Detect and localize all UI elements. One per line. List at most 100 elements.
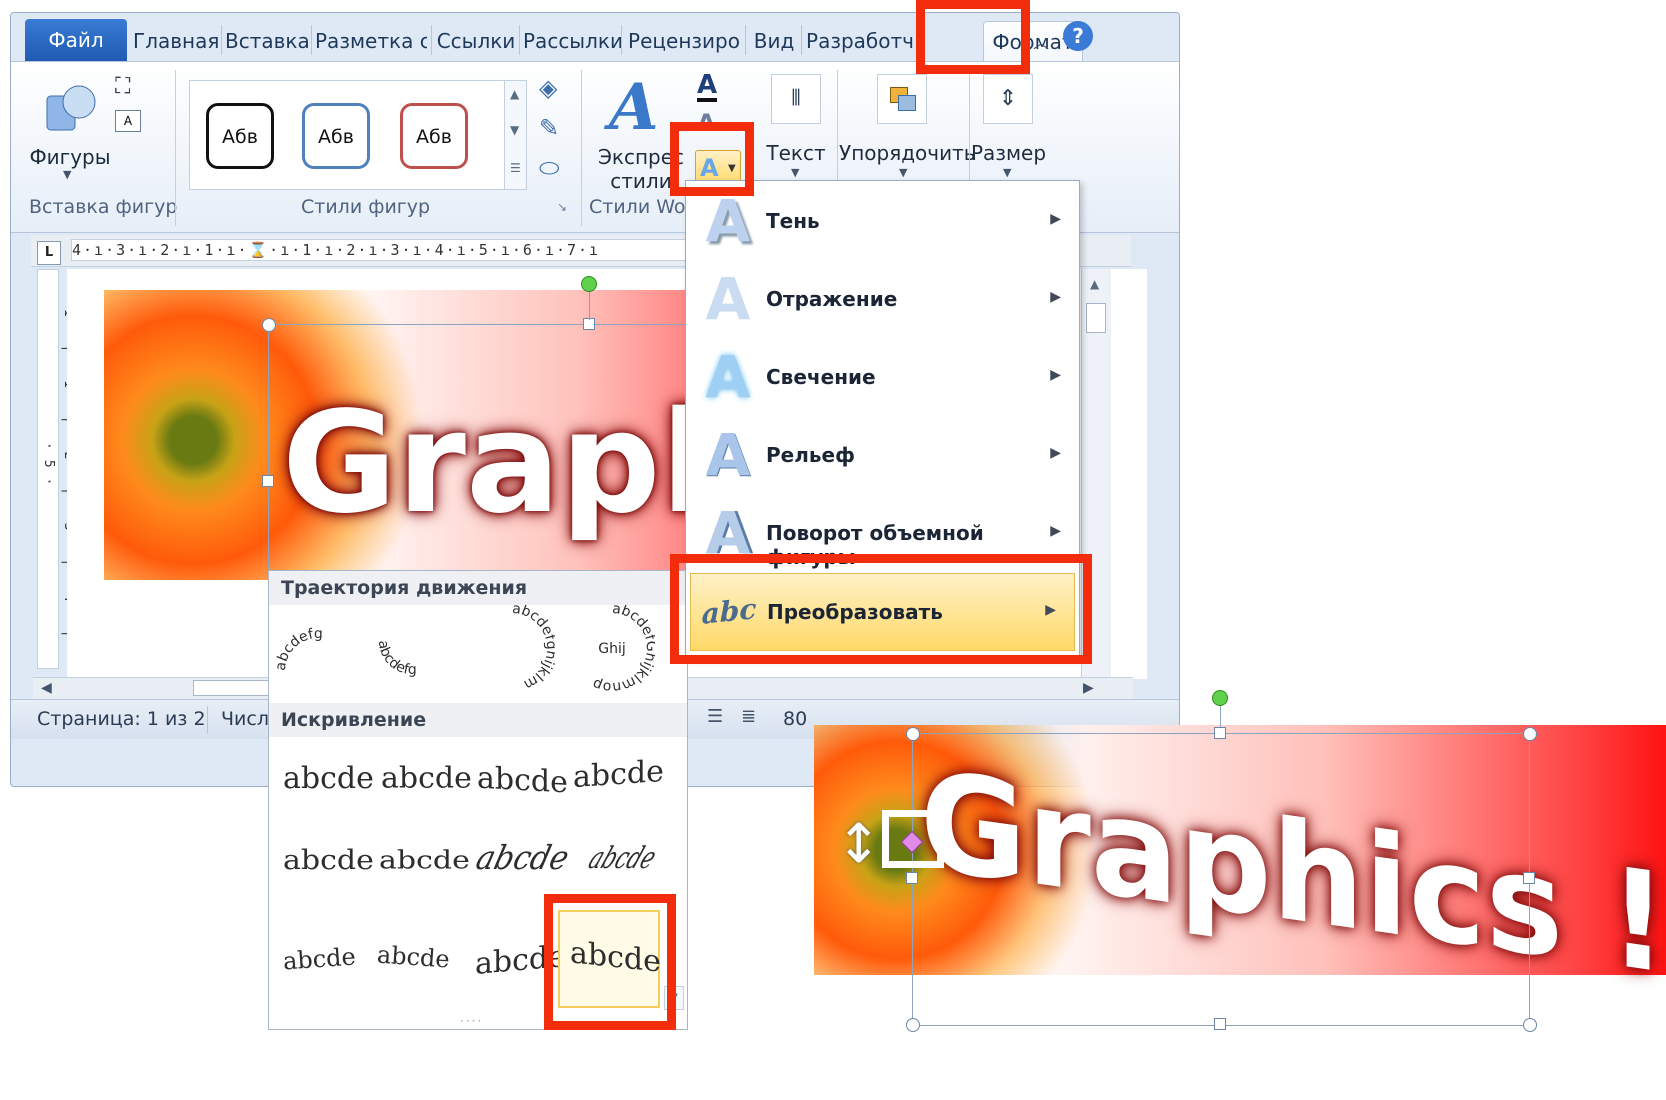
shape-effects-icon[interactable]: ⬭ bbox=[539, 154, 560, 182]
shape-styles-gallery[interactable]: Абв Абв Абв bbox=[189, 80, 505, 190]
path-arch-up[interactable]: abcdefg bbox=[275, 611, 361, 697]
warp-ring-outside[interactable]: abcde bbox=[584, 841, 662, 876]
outline-view-icon[interactable]: ☰ bbox=[707, 706, 723, 727]
zoom-level[interactable]: 80 bbox=[783, 708, 807, 730]
warp-stop[interactable]: abcde bbox=[381, 762, 472, 795]
menu-item-glow[interactable]: A Свечение ▶ bbox=[686, 339, 1079, 417]
tab-selector[interactable]: L bbox=[37, 241, 61, 265]
shape-style-black[interactable]: Абв bbox=[206, 103, 274, 169]
dialog-launcher-icon[interactable]: ↘ bbox=[557, 200, 567, 214]
warp-triangle-down[interactable]: abcde bbox=[573, 754, 664, 795]
warp-triangle-up[interactable]: abcde bbox=[477, 761, 568, 801]
path-button[interactable]: abcdefGhijklmnop Ghij bbox=[569, 605, 655, 691]
tab-insert[interactable]: Вставка bbox=[225, 21, 310, 61]
submenu-arrow-icon: ▶ bbox=[1050, 523, 1061, 539]
svg-text:abcdefg: abcdefg bbox=[275, 626, 323, 672]
group-wordart-styles-label: Стили Wo bbox=[589, 196, 686, 218]
gallery-scroll[interactable]: ▲ ▼ ☰ bbox=[505, 80, 527, 190]
size-icon[interactable]: ⇕ bbox=[983, 74, 1033, 124]
highlight-text-effects-button bbox=[670, 122, 754, 196]
group-insert-shapes-label: Вставка фигур bbox=[29, 196, 178, 218]
shape-fill-icon[interactable]: ◈ bbox=[539, 74, 557, 102]
svg-text:abcdefg: abcdefg bbox=[375, 639, 417, 678]
menu-item-label: Тень bbox=[766, 209, 820, 233]
horizontal-ruler[interactable]: 4·ı·3·ı·2·ı·1·ı·⌛·ı·1·ı·2·ı·3·ı·4·ı·5·ı·… bbox=[71, 239, 743, 261]
page-counter[interactable]: Страница: 1 из 2 bbox=[37, 708, 206, 730]
tab-view[interactable]: Вид bbox=[749, 21, 799, 61]
resize-handle[interactable] bbox=[906, 1018, 920, 1032]
gallery-expand-icon[interactable]: ☰ bbox=[510, 161, 521, 175]
text-reflection-icon: A bbox=[705, 265, 751, 333]
section-warp: Искривление bbox=[269, 703, 687, 737]
edit-shape-icon[interactable]: ⛶ bbox=[115, 74, 130, 99]
vertical-ruler[interactable]: ·1·|·1·|·2·|·3·|·4·|·5· bbox=[37, 269, 76, 669]
highlight-wave-warp bbox=[544, 894, 676, 1030]
scroll-up-icon[interactable]: ▲ bbox=[1090, 277, 1099, 291]
tab-developer[interactable]: Разработч bbox=[805, 21, 915, 61]
rotation-handle[interactable] bbox=[581, 276, 597, 292]
shapes-label[interactable]: Фигуры bbox=[25, 144, 115, 170]
quick-styles-icon[interactable]: A bbox=[609, 70, 659, 145]
warp-arch-up[interactable]: abcde bbox=[282, 942, 356, 975]
warp-arch-down[interactable]: abcde bbox=[376, 940, 450, 973]
warp-plain[interactable]: abcde bbox=[283, 761, 374, 796]
scroll-down-icon[interactable]: ▼ bbox=[510, 123, 519, 137]
tab-file[interactable]: Файл bbox=[25, 19, 127, 61]
path-circle[interactable]: abcdefghijklm bbox=[469, 605, 555, 691]
chevron-down-icon: ▼ bbox=[899, 166, 908, 179]
text-box-icon[interactable]: A bbox=[115, 110, 141, 132]
warp-ring-inside[interactable]: abcde bbox=[472, 839, 572, 878]
shape-style-blue[interactable]: Абв bbox=[302, 103, 370, 169]
tab-page-layout[interactable]: Разметка ст bbox=[315, 21, 427, 61]
tab-references[interactable]: Ссылки bbox=[435, 21, 517, 61]
highlight-transform-item bbox=[670, 554, 1092, 664]
menu-item-label: Отражение bbox=[766, 287, 898, 311]
path-arch-down[interactable]: abcdefg bbox=[369, 611, 455, 697]
resize-handle[interactable] bbox=[1523, 1018, 1537, 1032]
draft-view-icon[interactable]: ≣ bbox=[741, 706, 756, 727]
resize-handle[interactable] bbox=[906, 727, 920, 741]
help-icon[interactable]: ? bbox=[1063, 21, 1093, 51]
scroll-left-icon[interactable]: ◀ bbox=[41, 680, 52, 696]
chevron-down-icon: ▼ bbox=[63, 168, 72, 181]
warp-chevron-up[interactable]: abcde bbox=[283, 845, 374, 877]
shape-style-red[interactable]: Абв bbox=[400, 103, 468, 169]
arrange-label[interactable]: Упорядочить bbox=[839, 140, 976, 166]
submenu-arrow-icon: ▶ bbox=[1050, 211, 1061, 227]
minimize-ribbon-icon[interactable]: ︿ bbox=[1033, 29, 1049, 53]
menu-item-reflection[interactable]: A Отражение ▶ bbox=[686, 261, 1079, 339]
rotation-handle[interactable] bbox=[1212, 690, 1228, 706]
size-label[interactable]: Размер bbox=[971, 140, 1046, 166]
shape-outline-icon[interactable]: ✎ bbox=[539, 114, 559, 142]
text-glow-icon: A bbox=[705, 343, 751, 411]
warp-chevron-down[interactable]: abcde bbox=[379, 846, 470, 876]
resize-handle[interactable] bbox=[906, 872, 918, 884]
path-sample-text: abcdefg bbox=[275, 626, 323, 672]
text-direction-icon[interactable]: ⫴ bbox=[771, 74, 821, 124]
resize-grip-icon[interactable]: ···· bbox=[460, 1014, 483, 1028]
group-shape-styles-label: Стили фигур bbox=[301, 196, 431, 218]
resize-handle[interactable] bbox=[262, 475, 274, 487]
tab-mailings[interactable]: Рассылки bbox=[523, 21, 623, 61]
shapes-icon[interactable] bbox=[41, 80, 99, 138]
highlight-format-tab bbox=[916, 0, 1030, 74]
resize-handle[interactable] bbox=[1214, 1018, 1226, 1030]
text-label[interactable]: Текст bbox=[759, 140, 833, 166]
menu-item-label: Рельеф bbox=[766, 443, 855, 467]
result-selection-frame[interactable] bbox=[912, 733, 1530, 1026]
text-shadow-icon: A bbox=[705, 187, 751, 255]
resize-handle[interactable] bbox=[1523, 727, 1537, 741]
arrange-icon[interactable] bbox=[877, 74, 927, 124]
tab-home[interactable]: Главная bbox=[133, 21, 219, 61]
tab-review[interactable]: Рецензиро bbox=[625, 21, 743, 61]
menu-item-bevel[interactable]: A Рельеф ▶ bbox=[686, 417, 1079, 495]
resize-handle[interactable] bbox=[1214, 727, 1226, 739]
text-fill-icon[interactable]: A bbox=[697, 72, 718, 102]
word-count[interactable]: Числ bbox=[221, 708, 269, 730]
scroll-right-icon[interactable]: ▶ bbox=[1083, 680, 1094, 696]
chevron-down-icon: ▼ bbox=[1003, 166, 1012, 179]
scroll-thumb[interactable] bbox=[1086, 303, 1106, 333]
resize-handle[interactable] bbox=[262, 318, 276, 332]
resize-handle[interactable] bbox=[1523, 872, 1535, 884]
scroll-up-icon[interactable]: ▲ bbox=[510, 87, 519, 101]
